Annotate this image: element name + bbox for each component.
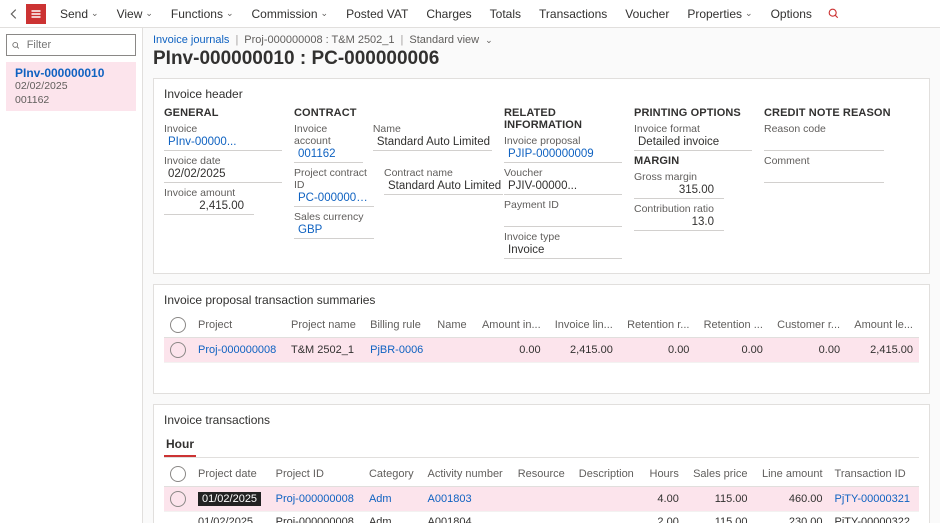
gross-margin-field: 315.00: [634, 183, 724, 199]
invoice-format-field[interactable]: Detailed invoice: [634, 135, 752, 151]
transactions-table: Project date Project ID Category Activit…: [164, 462, 919, 523]
activity-link[interactable]: A001803: [428, 493, 472, 505]
section-contract: CONTRACT: [294, 107, 492, 119]
back-button[interactable]: [4, 4, 24, 24]
table-row[interactable]: 01/02/2025Proj-000000008AdmA0018034.0011…: [164, 487, 919, 512]
panel-title: Invoice header: [164, 87, 919, 101]
invoice-proposal-link[interactable]: PJIP-000000009: [504, 147, 622, 163]
breadcrumb-root[interactable]: Invoice journals: [153, 34, 229, 46]
panel-title: Invoice transactions: [164, 413, 919, 427]
breadcrumb: Invoice journals | Proj-000000008 : T&M …: [153, 34, 930, 46]
filter-input[interactable]: [6, 34, 136, 56]
contract-name: Standard Auto Limited: [384, 179, 503, 195]
row-select[interactable]: [170, 342, 186, 358]
payment-id-field[interactable]: [504, 211, 622, 227]
voucher-field[interactable]: PJIV-00000...: [504, 179, 622, 195]
menu-functions[interactable]: Functions⌄: [163, 4, 242, 24]
chevron-down-icon: ⌄: [485, 35, 493, 46]
transaction-id-link[interactable]: PjTY-00000321: [835, 493, 910, 505]
table-row[interactable]: 01/02/2025Proj-000000008AdmA0018042.0011…: [164, 512, 919, 523]
table-row[interactable]: Proj-000000008T&M 2502_1PjBR-00060.002,4…: [164, 338, 919, 363]
menu-posted-vat[interactable]: Posted VAT: [338, 4, 416, 24]
chevron-down-icon: ⌄: [91, 8, 99, 19]
section-credit: CREDIT NOTE REASON: [764, 107, 919, 119]
currency-link[interactable]: GBP: [294, 223, 374, 239]
chevron-down-icon: ⌄: [145, 8, 153, 19]
summaries-table: Project Project name Billing rule Name A…: [164, 313, 919, 363]
project-id-link[interactable]: Proj-000000008: [276, 493, 354, 505]
tab-strip: Hour: [164, 433, 919, 458]
sidebar-item-title: PInv-000000010: [15, 66, 130, 80]
menu-options[interactable]: Options: [763, 4, 820, 24]
select-all-toggle[interactable]: [170, 317, 186, 333]
search-icon[interactable]: [824, 4, 844, 24]
section-general: GENERAL: [164, 107, 282, 119]
menu-send[interactable]: Send⌄: [52, 4, 107, 24]
billing-rule-link[interactable]: PjBR-0006: [370, 344, 423, 356]
project-link[interactable]: Proj-000000008: [198, 344, 276, 356]
panel-invoice-header: Invoice header GENERAL Invoice PInv-00000…: [153, 78, 930, 274]
topbar: Send⌄ View⌄ Functions⌄ Commission⌄ Poste…: [0, 0, 940, 28]
category-link[interactable]: Adm: [369, 493, 392, 505]
chevron-down-icon: ⌄: [745, 8, 753, 19]
reason-code-field[interactable]: [764, 135, 884, 151]
invoice-date[interactable]: 02/02/2025: [164, 167, 282, 183]
section-related: RELATED INFORMATION: [504, 107, 622, 131]
tab-hour[interactable]: Hour: [164, 433, 196, 457]
account-name: Standard Auto Limited: [373, 135, 492, 151]
menu-commission[interactable]: Commission⌄: [244, 4, 337, 24]
panel-transactions: Invoice transactions Hour Project date P…: [153, 404, 930, 523]
chevron-down-icon: ⌄: [321, 8, 329, 19]
breadcrumb-view[interactable]: Standard view: [409, 34, 479, 46]
invoice-type-field[interactable]: Invoice: [504, 243, 622, 259]
sidebar-item-invoice[interactable]: PInv-000000010 02/02/2025 001162: [6, 62, 136, 111]
invoice-link[interactable]: PInv-00000...: [164, 135, 282, 151]
row-select[interactable]: [170, 491, 186, 507]
menu-transactions[interactable]: Transactions: [531, 4, 615, 24]
sidebar-item-account: 001162: [15, 94, 130, 108]
menu-view[interactable]: View⌄: [109, 4, 161, 24]
search-icon: [11, 40, 21, 51]
project-date-cell[interactable]: 01/02/2025: [198, 492, 261, 506]
sidebar: PInv-000000010 02/02/2025 001162: [0, 28, 143, 523]
section-margin: MARGIN: [634, 155, 752, 167]
chevron-down-icon: ⌄: [226, 8, 234, 19]
filter-text[interactable]: [25, 38, 131, 52]
menu-charges[interactable]: Charges: [418, 4, 479, 24]
breadcrumb-project: Proj-000000008 : T&M 2502_1: [244, 34, 394, 46]
panel-summaries: Invoice proposal transaction summaries P…: [153, 284, 930, 394]
invoice-amount[interactable]: 2,415.00: [164, 199, 254, 215]
project-contract-link[interactable]: PC-000000006: [294, 191, 374, 207]
menu-totals[interactable]: Totals: [482, 4, 529, 24]
comment-field[interactable]: [764, 167, 884, 183]
panel-title: Invoice proposal transaction summaries: [164, 293, 919, 307]
menu-properties[interactable]: Properties⌄: [679, 4, 760, 24]
invoice-account-link[interactable]: 001162: [294, 147, 363, 163]
select-all-toggle[interactable]: [170, 466, 186, 482]
menu-voucher[interactable]: Voucher: [617, 4, 677, 24]
contribution-ratio-field: 13.0: [634, 215, 724, 231]
section-printing: PRINTING OPTIONS: [634, 107, 752, 119]
main-content: Invoice journals | Proj-000000008 : T&M …: [143, 28, 940, 523]
app-icon: [26, 4, 46, 24]
page-title: PInv-000000010 : PC-000000006: [153, 48, 930, 70]
sidebar-item-date: 02/02/2025: [15, 80, 130, 94]
